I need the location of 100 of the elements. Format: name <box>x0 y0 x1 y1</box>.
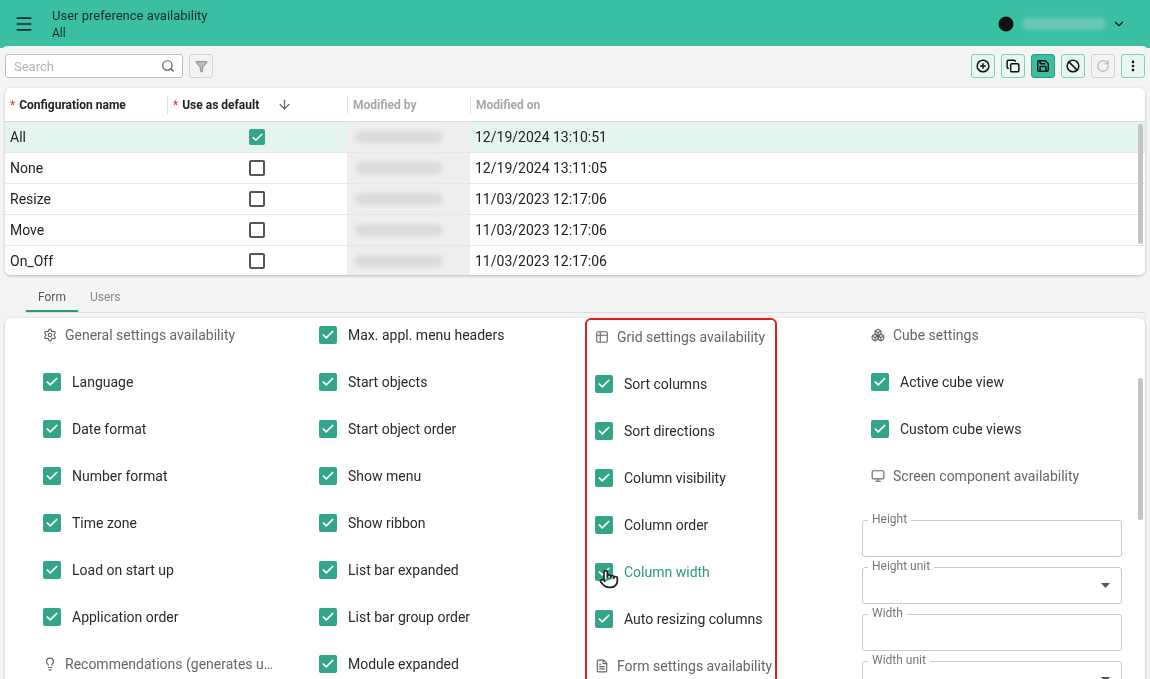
form-icon <box>595 659 609 673</box>
checkbox-label[interactable]: Load on start up <box>72 562 174 578</box>
checkbox[interactable] <box>319 373 337 391</box>
checkbox[interactable] <box>319 655 337 673</box>
checkbox[interactable] <box>43 608 61 626</box>
table-row[interactable]: On_Off 11/03/2023 12:17:06 <box>5 246 1145 275</box>
checkbox[interactable] <box>871 373 889 391</box>
checkbox-label[interactable]: Sort columns <box>624 376 708 392</box>
checkbox[interactable] <box>595 610 613 628</box>
check-icon <box>321 422 335 436</box>
checkbox[interactable] <box>871 420 889 438</box>
check-icon <box>321 657 335 671</box>
checkbox[interactable] <box>319 326 337 344</box>
checkbox-label[interactable]: Number format <box>72 468 168 484</box>
refresh-icon <box>1096 59 1110 73</box>
checkbox[interactable] <box>595 516 613 534</box>
table-row[interactable]: None 12/19/2024 13:11:05 <box>5 153 1145 184</box>
copy-button[interactable] <box>1001 54 1025 78</box>
column-header[interactable]: Configuration name <box>19 97 126 112</box>
user-menu-button[interactable] <box>996 14 1126 34</box>
checkbox-label[interactable]: Sort directions <box>624 423 716 439</box>
sort-arrow-icon[interactable] <box>277 97 293 112</box>
checkbox-label[interactable]: Language <box>72 374 134 390</box>
checkbox-label[interactable]: Column width <box>624 564 710 580</box>
check-icon <box>321 610 335 624</box>
select-field[interactable]: Height unit <box>862 559 1122 604</box>
checkbox-label[interactable]: Show ribbon <box>348 515 426 531</box>
checkbox[interactable] <box>249 253 265 269</box>
column-header[interactable]: Use as default <box>182 97 260 112</box>
filter-icon <box>194 59 208 73</box>
checkbox[interactable] <box>43 467 61 485</box>
checkbox-label[interactable]: Auto resizing columns <box>624 611 763 627</box>
more-button[interactable] <box>1121 54 1145 78</box>
check-icon <box>321 563 335 577</box>
check-icon <box>321 375 335 389</box>
table-cell-text: All <box>9 129 27 145</box>
checkbox-label[interactable]: Show menu <box>348 468 422 484</box>
cancel-button[interactable] <box>1061 54 1085 78</box>
table-row[interactable]: Move 11/03/2023 12:17:06 <box>5 215 1145 246</box>
checkbox[interactable] <box>43 373 61 391</box>
checkbox[interactable] <box>43 561 61 579</box>
page-subtitle: All <box>52 26 67 40</box>
checkbox[interactable] <box>43 420 61 438</box>
checkbox-label[interactable]: Max. appl. menu headers <box>348 327 505 343</box>
checkbox[interactable] <box>319 420 337 438</box>
table-cell-text: 11/03/2023 12:17:06 <box>474 222 608 238</box>
add-button[interactable] <box>971 54 995 78</box>
search-icon[interactable] <box>161 59 175 73</box>
checkbox-label[interactable]: Application order <box>72 609 179 625</box>
checkbox[interactable] <box>249 129 265 145</box>
checkbox[interactable] <box>319 467 337 485</box>
check-icon <box>45 422 59 436</box>
check-icon <box>45 610 59 624</box>
check-icon <box>873 375 887 389</box>
save-button[interactable] <box>1031 54 1055 78</box>
checkbox[interactable] <box>595 469 613 487</box>
checkbox[interactable] <box>319 514 337 532</box>
checkbox[interactable] <box>249 222 265 238</box>
field-label: Height <box>868 512 912 526</box>
table-cell-text: 11/03/2023 12:17:06 <box>474 253 608 269</box>
checkbox-label[interactable]: Start object order <box>348 421 457 437</box>
checkbox[interactable] <box>319 561 337 579</box>
section-heading: Form settings availability <box>617 658 773 674</box>
checkbox[interactable] <box>319 608 337 626</box>
input-field[interactable]: Width <box>862 606 1122 651</box>
check-icon <box>45 375 59 389</box>
checkbox[interactable] <box>43 514 61 532</box>
section-heading: Cube settings <box>893 327 979 343</box>
checkbox[interactable] <box>595 422 613 440</box>
section-heading: Grid settings availability <box>617 329 766 345</box>
table-cell-text: Move <box>9 222 46 238</box>
table-icon <box>595 330 609 344</box>
checkbox-label[interactable]: List bar group order <box>348 609 471 625</box>
checkbox-label[interactable]: Active cube view <box>900 374 1004 390</box>
checkbox[interactable] <box>249 191 265 207</box>
hand-cursor-icon <box>599 569 619 589</box>
input-field[interactable]: Height <box>862 512 1122 557</box>
tab[interactable]: Form <box>26 283 78 312</box>
search-field[interactable]: Search <box>5 54 183 78</box>
check-icon <box>597 377 611 391</box>
checkbox-label[interactable]: Column visibility <box>624 470 726 486</box>
check-icon <box>321 328 335 342</box>
checkbox-label[interactable]: Start objects <box>348 374 428 390</box>
page-title: User preference availability <box>52 8 209 23</box>
table-cell-text: On_Off <box>9 253 55 269</box>
checkbox-label[interactable]: Date format <box>72 421 147 437</box>
checkbox-label[interactable]: Module expanded <box>348 656 459 672</box>
checkbox-label[interactable]: Time zone <box>72 515 137 531</box>
checkbox[interactable] <box>595 375 613 393</box>
checkbox-label[interactable]: Custom cube views <box>900 421 1022 437</box>
checkbox[interactable] <box>249 160 265 176</box>
checkbox-label[interactable]: List bar expanded <box>348 562 459 578</box>
menu-icon[interactable] <box>14 14 34 34</box>
monitor-icon <box>871 469 885 483</box>
checkbox-label[interactable]: Column order <box>624 517 709 533</box>
check-icon <box>45 516 59 530</box>
check-icon <box>597 518 611 532</box>
copy-icon <box>1006 59 1020 73</box>
table-row[interactable]: Resize 11/03/2023 12:17:06 <box>5 184 1145 215</box>
table-row[interactable]: All 12/19/2024 13:10:51 <box>5 122 1145 153</box>
